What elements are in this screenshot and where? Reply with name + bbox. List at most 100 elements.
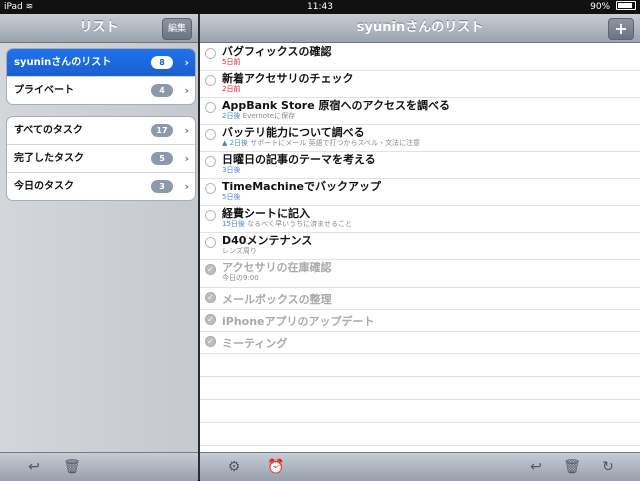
empty-row [200, 422, 640, 446]
task-subtitle: 今日の9:00 [222, 273, 259, 283]
sidebar-item-completed-tasks[interactable]: 完了したタスク 5 › [7, 144, 195, 172]
task-checkbox[interactable] [205, 183, 216, 194]
task-checkbox-checked[interactable]: ✓ [205, 264, 216, 275]
count-badge: 3 [151, 180, 173, 193]
task-title: ミーティング [222, 337, 288, 350]
add-task-button[interactable]: + [608, 18, 634, 40]
task-due: 2日後 [222, 112, 241, 120]
task-subtitle: 5日前 [222, 57, 240, 67]
sidebar-item-label: すべてのタスク [14, 125, 83, 136]
task-title: iPhoneアプリのアップデート [222, 315, 375, 328]
lists-group: syuninさんのリスト 8 › プライベート 4 › [6, 48, 196, 105]
check-icon: ✓ [207, 293, 214, 302]
task-checkbox-checked[interactable]: ✓ [205, 292, 216, 303]
chevron-right-icon: › [184, 152, 189, 165]
task-title: 新着アクセサリのチェック [222, 72, 354, 85]
task-checkbox-checked[interactable]: ✓ [205, 336, 216, 347]
left-toolbar: ↩ 🗑 [0, 452, 198, 481]
task-row[interactable]: TimeMachineでバックアップ 5日後 [200, 178, 640, 206]
sidebar: syuninさんのリスト 8 › プライベート 4 › すべてのタスク 17 ›… [0, 43, 198, 452]
task-note: Evernoteに保存 [242, 112, 296, 120]
task-row[interactable]: ✓ iPhoneアプリのアップデート [200, 309, 640, 332]
task-row[interactable]: 日曜日の記事のテーマを考える 3日後 [200, 151, 640, 179]
empty-row [200, 376, 640, 400]
empty-row [200, 399, 640, 423]
task-row[interactable]: ✓ アクセサリの在庫確認 今日の9:00 [200, 259, 640, 288]
sidebar-item-today-tasks[interactable]: 今日のタスク 3 › [7, 172, 195, 200]
check-icon: ✓ [207, 265, 214, 274]
task-due: ▲ 2日後 [222, 139, 249, 147]
task-due: 5日前 [222, 58, 241, 66]
task-checkbox[interactable] [205, 156, 216, 167]
trash-icon[interactable]: 🗑 [62, 457, 82, 477]
trash-icon[interactable]: 🗑 [562, 457, 582, 477]
task-note: 今日の9:00 [222, 274, 259, 282]
task-note: なるべく早いうちに済ませること [247, 220, 352, 228]
task-checkbox[interactable] [205, 210, 216, 221]
check-icon: ✓ [207, 315, 214, 324]
filters-group: すべてのタスク 17 › 完了したタスク 5 › 今日のタスク 3 › [6, 116, 196, 201]
sidebar-item-label: 完了したタスク [14, 153, 84, 164]
task-subtitle: 15日後 なるべく早いうちに済ませること [222, 219, 352, 229]
sidebar-item-label: プライベート [14, 85, 74, 96]
count-badge: 8 [151, 56, 173, 69]
task-subtitle: 2日後 Evernoteに保存 [222, 111, 295, 121]
chevron-right-icon: › [184, 56, 189, 69]
task-due: 2日前 [222, 85, 241, 93]
task-row[interactable]: ✓ ミーティング [200, 331, 640, 354]
count-badge: 5 [151, 152, 173, 165]
task-subtitle: レンズ周り [222, 246, 257, 256]
task-due: 3日後 [222, 166, 241, 174]
task-due: 15日後 [222, 220, 245, 228]
task-row[interactable]: AppBank Store 原宿へのアクセスを調べる 2日後 Evernoteに… [200, 97, 640, 125]
sidebar-item-label: 今日のタスク [14, 181, 74, 192]
task-row[interactable]: バッテリ能力について調べる ▲ 2日後 サポートにメール 英語で打つからスペル・… [200, 124, 640, 152]
task-subtitle: 2日前 [222, 84, 240, 94]
status-bar: iPad ≋ 11:43 90% [0, 0, 640, 14]
task-list: バグフィックスの確認 5日前 新着アクセサリのチェック 2日前 AppBank … [200, 43, 640, 452]
task-subtitle: ▲ 2日後 サポートにメール 英語で打つからスペル・文法に注意 [222, 138, 420, 148]
sidebar-item-all-tasks[interactable]: すべてのタスク 17 › [7, 117, 195, 144]
status-right: 90% [590, 0, 636, 14]
left-nav-bar: リスト 編集 [0, 14, 198, 43]
task-checkbox[interactable] [205, 102, 216, 113]
task-title: 日曜日の記事のテーマを考える [222, 153, 376, 166]
task-row[interactable]: ✓ メールボックスの整理 [200, 287, 640, 310]
task-row[interactable]: 経費シートに記入 15日後 なるべく早いうちに済ませること [200, 205, 640, 233]
empty-row [200, 353, 640, 377]
battery-percent: 90% [590, 2, 611, 12]
task-subtitle: 3日後 [222, 165, 240, 175]
sidebar-item-syunin-list[interactable]: syuninさんのリスト 8 › [7, 49, 195, 76]
task-checkbox[interactable] [205, 48, 216, 59]
status-time: 11:43 [307, 2, 333, 12]
alarm-icon[interactable]: ⏰ [266, 457, 286, 477]
chevron-right-icon: › [184, 124, 189, 137]
task-title: メールボックスの整理 [222, 293, 332, 306]
count-badge: 17 [151, 124, 173, 137]
edit-button[interactable]: 編集 [162, 18, 192, 40]
sidebar-item-private[interactable]: プライベート 4 › [7, 76, 195, 104]
task-checkbox[interactable] [205, 129, 216, 140]
task-subtitle: 5日後 [222, 192, 240, 202]
reply-icon[interactable]: ↩ [526, 457, 546, 477]
right-toolbar: ⚙ ⏰ ↩ 🗑 ↻ [200, 452, 640, 481]
task-note: サポートにメール 英語で打つからスペル・文法に注意 [250, 139, 421, 147]
task-row[interactable]: D40メンテナンス レンズ周り [200, 232, 640, 260]
refresh-icon[interactable]: ↻ [598, 457, 618, 477]
reply-icon[interactable]: ↩ [24, 457, 44, 477]
task-row[interactable]: 新着アクセサリのチェック 2日前 [200, 70, 640, 98]
task-note: レンズ周り [222, 247, 257, 255]
task-checkbox[interactable] [205, 75, 216, 86]
task-row[interactable]: バグフィックスの確認 5日前 [200, 43, 640, 71]
chevron-right-icon: › [184, 84, 189, 97]
right-nav-bar: syuninさんのリスト + [200, 14, 640, 43]
task-title: TimeMachineでバックアップ [222, 180, 381, 193]
check-icon: ✓ [207, 337, 214, 346]
chevron-right-icon: › [184, 180, 189, 193]
task-checkbox-checked[interactable]: ✓ [205, 314, 216, 325]
page-title: syuninさんのリスト [356, 20, 484, 35]
sidebar-item-label: syuninさんのリスト [14, 57, 112, 68]
count-badge: 4 [151, 84, 173, 97]
gear-icon[interactable]: ⚙ [224, 457, 244, 477]
task-checkbox[interactable] [205, 237, 216, 248]
